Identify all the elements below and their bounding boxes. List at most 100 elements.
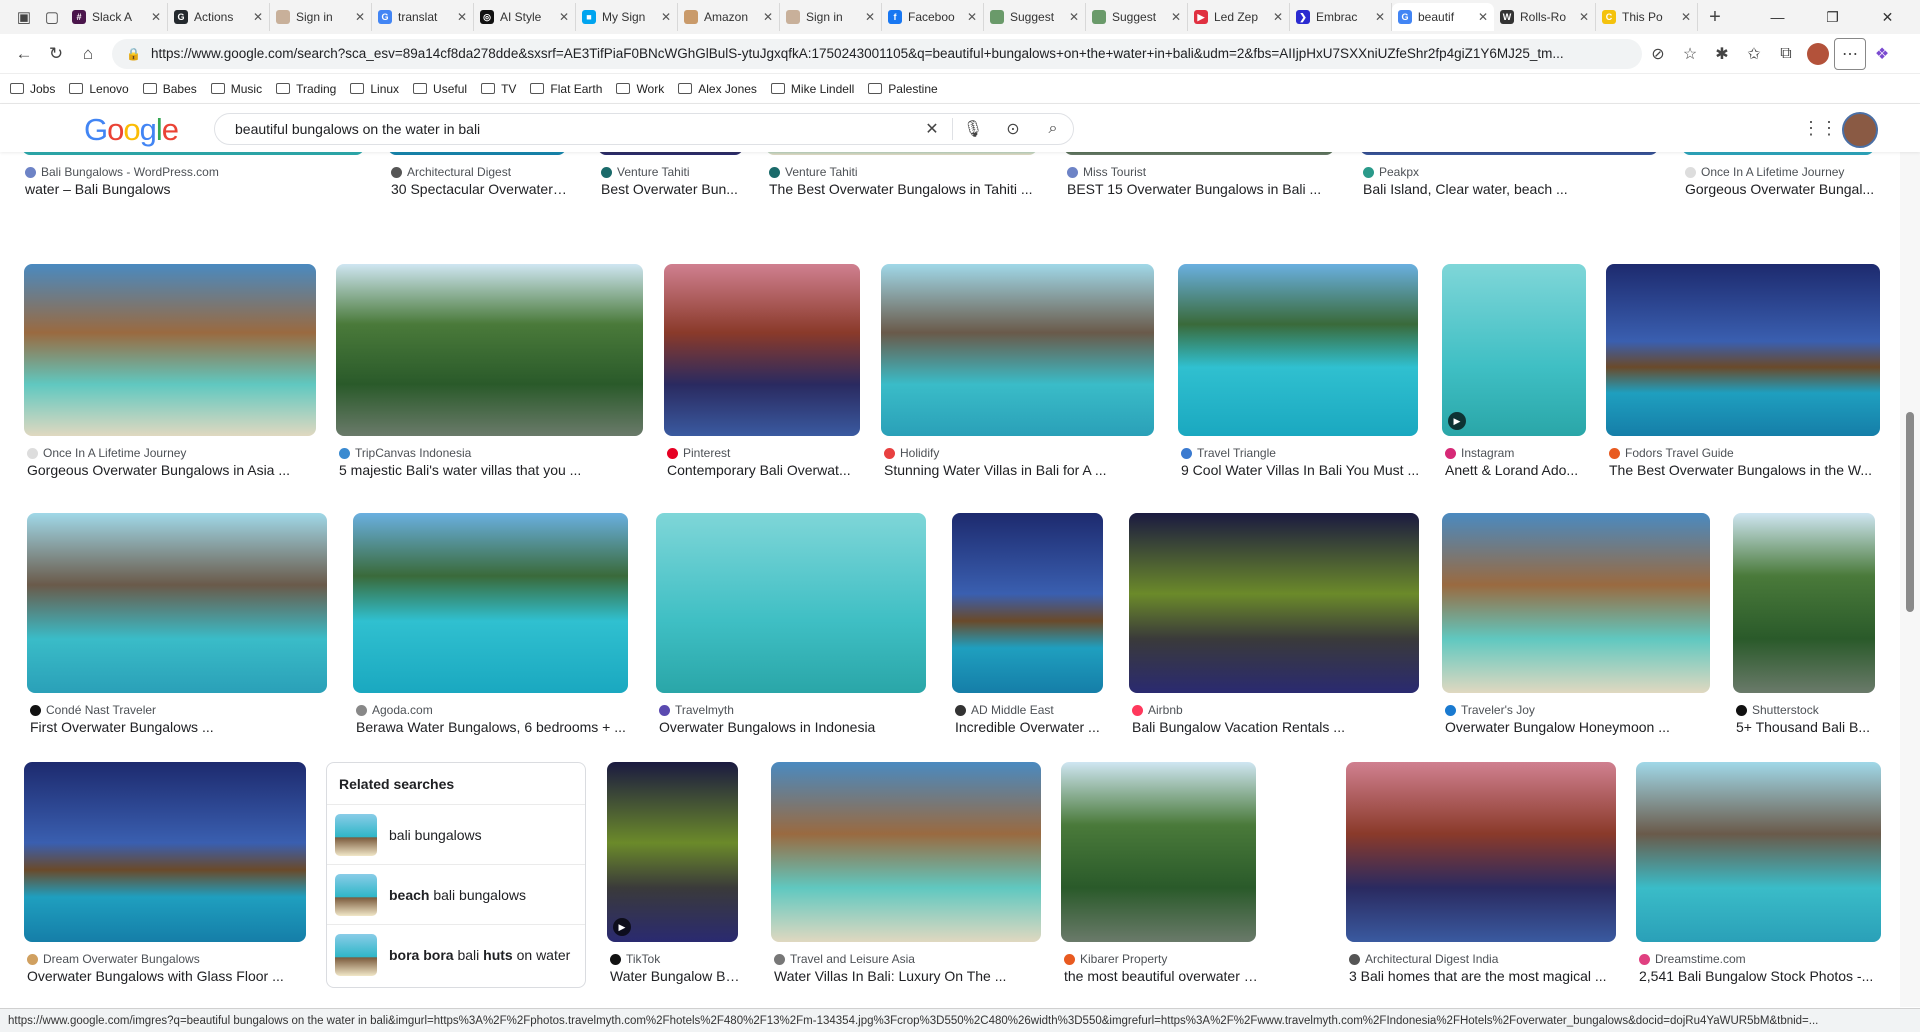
bookmark-folder[interactable]: Lenovo [69,82,129,96]
copilot-icon[interactable]: ❖ [1866,38,1898,70]
tab-close-icon[interactable]: ✕ [253,10,263,24]
clear-icon[interactable]: ✕ [912,119,952,139]
result-thumbnail[interactable] [27,513,327,693]
result-title[interactable]: Water Bungalow Ba... [610,968,741,984]
image-result[interactable]: Condé Nast Traveler First Overwater Bunga… [27,513,327,753]
result-source[interactable]: Condé Nast Traveler [30,703,330,717]
bookmark-folder[interactable]: Alex Jones [678,82,757,96]
related-item[interactable]: bali bungalows [327,805,585,865]
result-thumbnail[interactable] [388,152,566,155]
bookmark-folder[interactable]: Flat Earth [530,82,602,96]
result-title[interactable]: Overwater Bungalow Honeymoon ... [1445,719,1713,735]
image-result[interactable]: Fodors Travel Guide The Best Overwater Bu… [1606,264,1880,496]
image-result[interactable]: Kibarer Property the most beautiful overw… [1061,762,1259,1002]
browser-tab[interactable]: Gtranslat ✕ [372,3,474,31]
result-source[interactable]: AD Middle East [955,703,1106,717]
result-thumbnail[interactable] [1360,152,1658,155]
image-result[interactable]: Venture Tahiti Best Overwater Bun... [598,152,743,215]
result-source[interactable]: Travel Triangle [1181,446,1421,460]
result-title[interactable]: Overwater Bungalows in Indonesia [659,719,929,735]
result-source[interactable]: Peakpx [1363,165,1661,179]
image-result[interactable]: Bali Bungalows - WordPress.com water – Ba… [22,152,364,215]
result-source[interactable]: Kibarer Property [1064,952,1259,966]
result-title[interactable]: Stunning Water Villas in Bali for A ... [884,462,1157,478]
new-tab-button[interactable]: + [1698,3,1732,31]
result-title[interactable]: First Overwater Bungalows ... [30,719,330,735]
result-source[interactable]: Architectural Digest [391,165,569,179]
browser-tab[interactable]: W Rolls-Ro ✕ [1494,3,1596,31]
browser-tab[interactable]: Amazon ✕ [678,3,780,31]
browser-tab[interactable]: ▶ Led Zep ✕ [1188,3,1290,31]
collections-icon[interactable]: ⧉ [1770,38,1802,70]
bookmark-folder[interactable]: Useful [413,82,467,96]
favorites-icon[interactable]: ✩ [1738,38,1770,70]
result-source[interactable]: Travelmyth [659,703,929,717]
result-thumbnail[interactable] [664,264,860,436]
result-source[interactable]: Shutterstock [1736,703,1878,717]
image-result[interactable]: Once In A Lifetime Journey Gorgeous Overw… [24,264,316,496]
browser-tab[interactable]: Suggest ✕ [1086,3,1188,31]
result-source[interactable]: Fodors Travel Guide [1609,446,1883,460]
image-result[interactable]: Holidify Stunning Water Villas in Bali fo… [881,264,1154,496]
result-thumbnail[interactable] [22,152,364,155]
result-thumbnail[interactable] [598,152,743,155]
result-thumbnail[interactable] [24,264,316,436]
image-result[interactable]: ▶ Instagram Anett & Lorand Ado... [1442,264,1586,496]
result-title[interactable]: Berawa Water Bungalows, 6 bedrooms + ... [356,719,631,735]
bookmark-folder[interactable]: Jobs [10,82,55,96]
search-icon[interactable]: ⌕ [1033,120,1073,138]
result-title[interactable]: Anett & Lorand Ado... [1445,462,1589,478]
result-source[interactable]: Pinterest [667,446,863,460]
browser-tab[interactable]: ■ My Sign ✕ [576,3,678,31]
related-item[interactable]: bora bora bali huts on water [327,925,585,985]
result-source[interactable]: Traveler's Joy [1445,703,1713,717]
result-source[interactable]: TripCanvas Indonesia [339,446,646,460]
bookmark-folder[interactable]: Mike Lindell [770,82,854,96]
tab-close-icon[interactable]: ✕ [1171,10,1181,24]
image-result[interactable]: Agoda.com Berawa Water Bungalows, 6 bedro… [353,513,628,753]
bookmark-folder[interactable]: Linux [350,82,399,96]
result-thumbnail[interactable] [771,762,1041,942]
result-source[interactable]: Dream Overwater Bungalows [27,952,309,966]
browser-tab[interactable]: ❯ Embrac ✕ [1290,3,1392,31]
result-title[interactable]: Bali Bungalow Vacation Rentals ... [1132,719,1422,735]
tab-actions-icon[interactable]: ▢ [38,3,66,31]
search-box[interactable]: beautiful bungalows on the water in bali… [214,113,1074,145]
result-title[interactable]: Water Villas In Bali: Luxury On The ... [774,968,1044,984]
result-title[interactable]: Overwater Bungalows with Glass Floor ... [27,968,309,984]
lens-search-icon[interactable]: ⊙ [993,119,1033,139]
result-thumbnail[interactable] [1606,264,1880,436]
result-thumbnail[interactable] [952,513,1103,693]
tab-close-icon[interactable]: ✕ [457,10,467,24]
tab-close-icon[interactable]: ✕ [865,10,875,24]
result-thumbnail[interactable]: ▶ [607,762,738,942]
close-window-button[interactable]: ✕ [1860,0,1915,34]
image-result[interactable]: Airbnb Bali Bungalow Vacation Rentals ... [1129,513,1419,753]
bookmark-folder[interactable]: TV [481,82,516,96]
result-thumbnail[interactable] [881,264,1154,436]
result-thumbnail[interactable] [1442,513,1710,693]
result-thumbnail[interactable] [656,513,926,693]
result-source[interactable]: Bali Bungalows - WordPress.com [25,165,367,179]
tab-close-icon[interactable]: ✕ [1478,10,1488,24]
image-result[interactable]: Miss Tourist BEST 15 Overwater Bungalows … [1064,152,1334,215]
minimize-button[interactable]: — [1750,0,1805,34]
result-title[interactable]: Bali Island, Clear water, beach ... [1363,181,1661,197]
result-source[interactable]: Holidify [884,446,1157,460]
image-result[interactable]: Venture Tahiti The Best Overwater Bungalo… [766,152,1037,215]
result-source[interactable]: Dreamstime.com [1639,952,1884,966]
result-thumbnail[interactable] [336,264,643,436]
image-result[interactable]: Architectural Digest India 3 Bali homes t… [1346,762,1616,1002]
result-title[interactable]: 5+ Thousand Bali B... [1736,719,1878,735]
tab-close-icon[interactable]: ✕ [355,10,365,24]
result-source[interactable]: Venture Tahiti [769,165,1040,179]
restore-button[interactable]: ❐ [1805,0,1860,34]
voice-search-icon[interactable]: 🎙 [953,119,993,139]
extensions-icon[interactable]: ✱ [1706,38,1738,70]
image-result[interactable]: Travel and Leisure Asia Water Villas In B… [771,762,1041,1002]
browser-tab[interactable]: # Slack A ✕ [66,3,168,31]
google-logo[interactable]: Google [84,112,179,148]
bookmark-folder[interactable]: Babes [142,82,197,96]
image-result[interactable]: Architectural Digest 30 Spectacular Overw… [388,152,569,215]
account-avatar[interactable] [1842,112,1878,148]
